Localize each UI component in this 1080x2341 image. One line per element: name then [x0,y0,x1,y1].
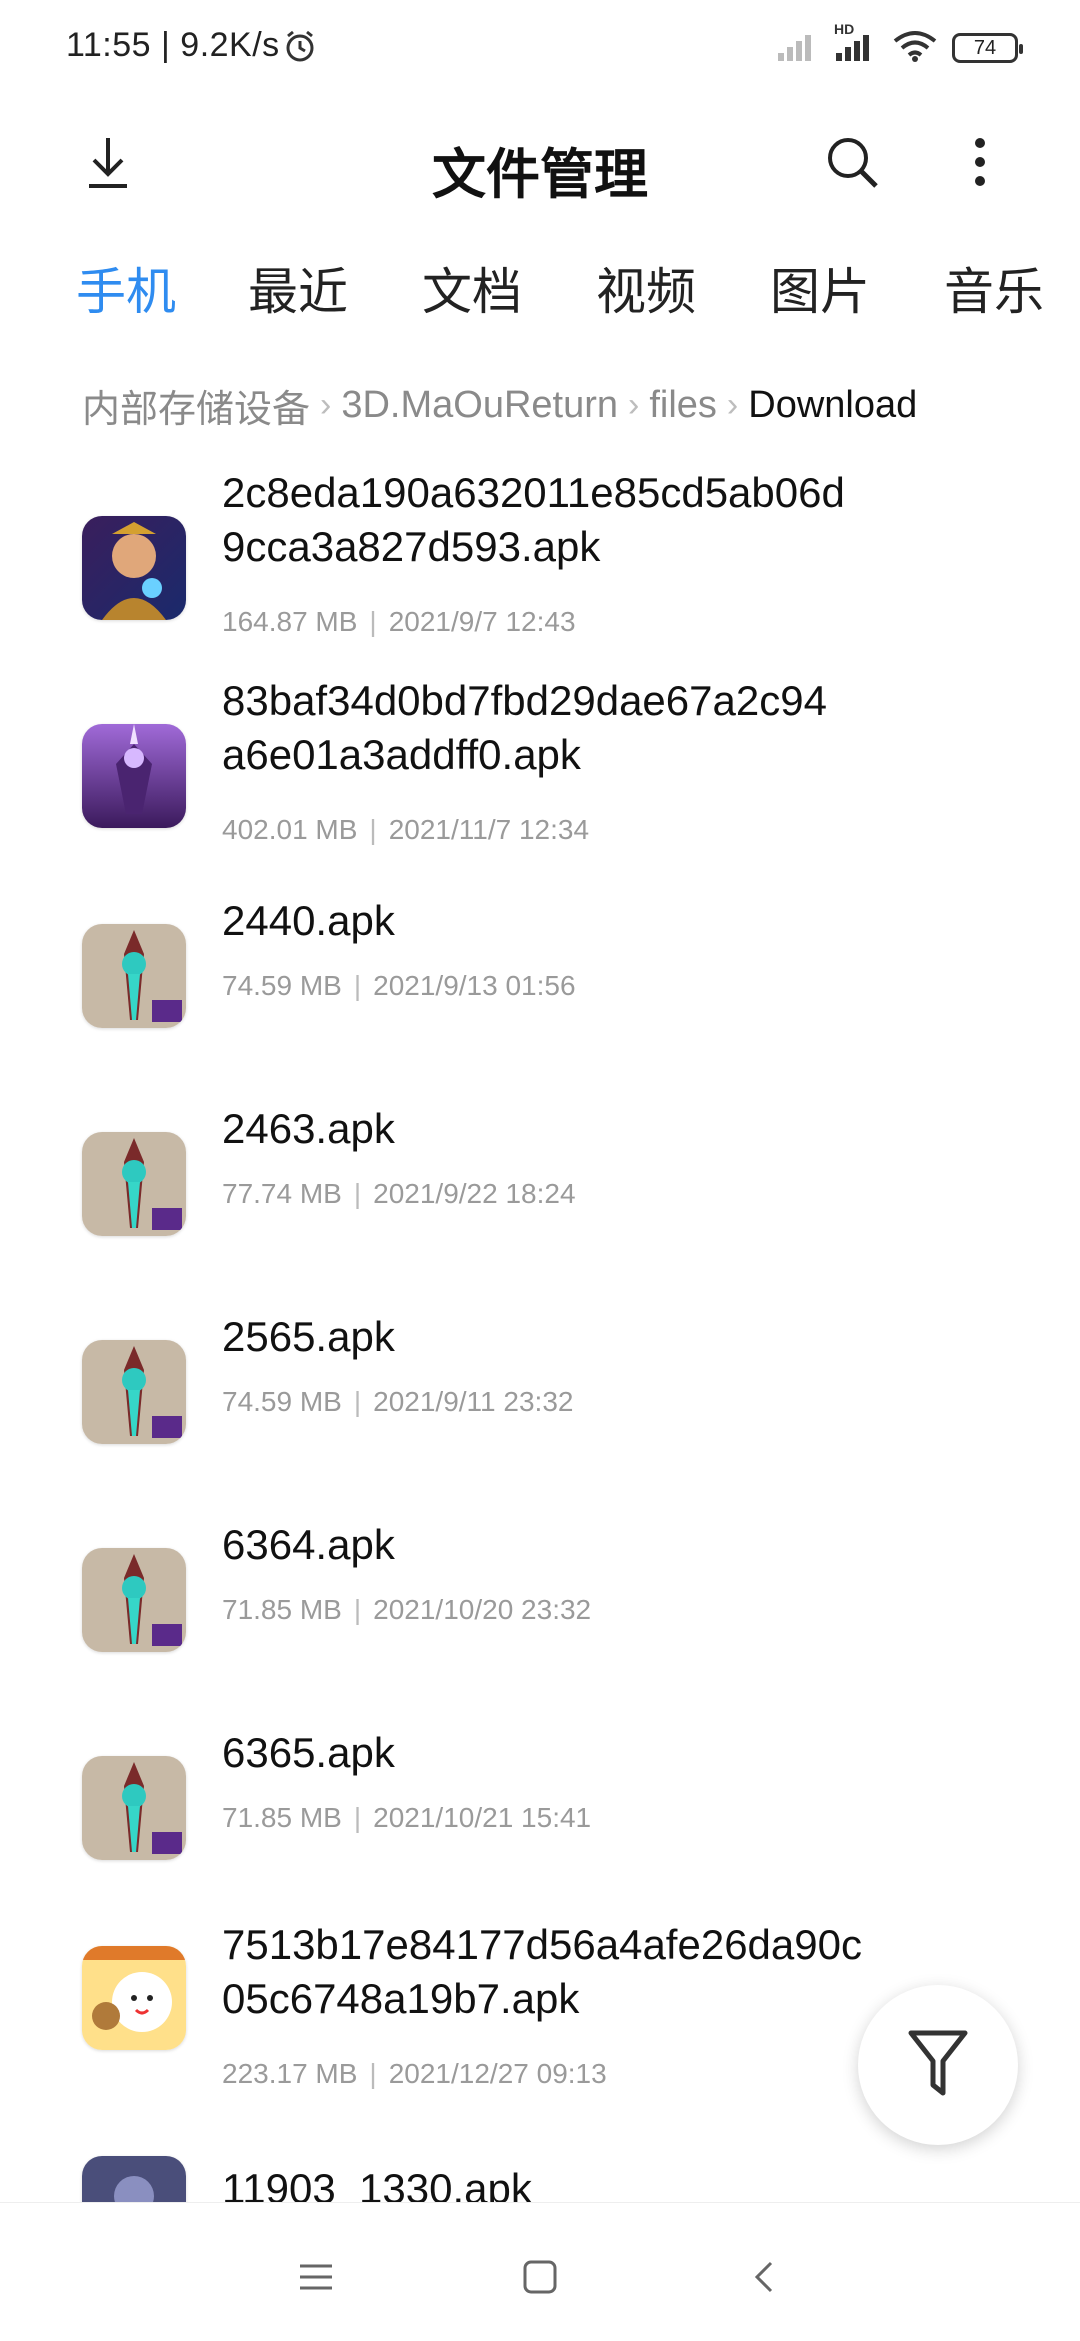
signal-hd-icon: HD [834,21,878,68]
list-item[interactable]: 83baf34d0bd7fbd29dae67a2c94 a6e01a3addff… [0,676,1080,884]
app-icon-sword [82,1132,186,1236]
status-bar: 11:55 | 9.2K/s HD 74 [0,0,1080,100]
list-item[interactable]: 2440.apk 74.59 MB | 2021/9/13 01:56 [0,884,1080,1092]
file-meta: 223.17 MB | 2021/12/27 09:13 [222,2058,607,2090]
page-title: 文件管理 [432,145,648,205]
file-size: 71.85 MB [222,1802,342,1833]
file-name: 83baf34d0bd7fbd29dae67a2c94 a6e01a3addff… [222,674,827,782]
file-date: 2021/9/22 18:24 [373,1178,576,1209]
separator: | [353,970,362,1001]
title-bar: 文件管理 [0,110,1080,220]
app-icon-sword [82,924,186,1028]
file-meta: 74.59 MB | 2021/9/11 23:32 [222,1386,573,1418]
tab-phone[interactable]: 手机 [76,252,176,324]
file-list: 2c8eda190a632011e85cd5ab06d 9cca3a827d59… [0,468,1080,2202]
category-tabs: 手机 最近 文档 视频 图片 音乐 [0,238,1080,338]
file-name: 2440.apk [222,897,395,944]
file-date: 2021/12/27 09:13 [388,2058,607,2089]
file-meta: 71.85 MB | 2021/10/21 15:41 [222,1802,591,1834]
app-icon-sword [82,1548,186,1652]
file-size: 71.85 MB [222,1594,342,1625]
menu-icon[interactable] [286,2247,346,2307]
file-size: 74.59 MB [222,1386,342,1417]
file-meta: 71.85 MB | 2021/10/20 23:32 [222,1594,591,1626]
chevron-right-icon: › [726,385,739,424]
app-icon-sword [82,1340,186,1444]
tab-videos[interactable]: 视频 [596,252,696,324]
separator: | [369,814,377,845]
file-name-line: 2c8eda190a632011e85cd5ab06d [222,469,845,516]
file-date: 2021/9/13 01:56 [373,970,576,1001]
file-name: 6365.apk [222,1729,395,1776]
file-name: 2463.apk [222,1105,395,1152]
separator: | [353,1386,362,1417]
search-icon[interactable] [812,122,892,202]
chevron-right-icon: › [628,385,640,424]
home-icon[interactable] [510,2247,570,2307]
file-date: 2021/11/7 12:34 [388,814,590,845]
separator: | [369,2058,377,2089]
chevron-right-icon: › [320,385,332,424]
list-item[interactable]: 2463.apk 77.74 MB | 2021/9/22 18:24 [0,1092,1080,1300]
file-name: 2c8eda190a632011e85cd5ab06d 9cca3a827d59… [222,468,845,574]
back-icon[interactable] [734,2247,794,2307]
breadcrumb-item[interactable]: 内部存储设备 [82,378,310,433]
file-name: 6364.apk [222,1521,395,1568]
navigation-bar [0,2202,1080,2341]
app-icon-purple [82,724,186,828]
file-date: 2021/10/21 15:41 [373,1802,592,1833]
status-time: 11:55 | 9.2K/s [66,26,280,64]
separator: | [369,606,377,637]
app-icon-cartoon [82,1946,186,2050]
file-name: 7513b17e84177d56a4afe26da90c 05c6748a19b… [222,1918,862,2026]
file-size: 164.87 MB [222,606,358,637]
file-name: 2565.apk [222,1313,395,1360]
tab-images[interactable]: 图片 [770,252,870,324]
battery-level: 74 [973,36,997,59]
file-size: 74.59 MB [222,970,342,1001]
breadcrumb-item[interactable]: files [649,384,717,427]
breadcrumb: 内部存储设备 › 3D.MaOuReturn › files › Downloa… [82,375,1002,435]
app-icon-dark [82,2156,186,2202]
filter-icon [907,2027,969,2104]
filter-button[interactable] [858,1985,1018,2145]
app-icon-sword [82,1756,186,1860]
file-meta: 164.87 MB | 2021/9/7 12:43 [222,606,576,638]
battery-icon: 74 [952,33,1023,63]
more-icon[interactable] [940,122,1020,202]
separator: | [353,1594,362,1625]
list-item[interactable]: 6364.apk 71.85 MB | 2021/10/20 23:32 [0,1508,1080,1716]
list-item[interactable]: 2565.apk 74.59 MB | 2021/9/11 23:32 [0,1300,1080,1508]
file-name-line: 7513b17e84177d56a4afe26da90c [222,1921,862,1968]
signal-weak-icon [776,29,820,68]
alarm-icon [282,28,318,64]
file-meta: 77.74 MB | 2021/9/22 18:24 [222,1178,576,1210]
file-size: 223.17 MB [222,2058,358,2089]
list-item[interactable]: 6365.apk 71.85 MB | 2021/10/21 15:41 [0,1716,1080,1924]
separator: | [353,1178,362,1209]
file-name-line: a6e01a3addff0.apk [222,731,581,778]
file-name-line: 83baf34d0bd7fbd29dae67a2c94 [222,677,827,724]
tab-documents[interactable]: 文档 [422,252,522,324]
file-meta: 74.59 MB | 2021/9/13 01:56 [222,970,576,1002]
file-name: 11903_1330.apk [222,2165,532,2202]
file-date: 2021/9/7 12:43 [388,606,576,637]
file-size: 402.01 MB [222,814,358,845]
file-name-line: 9cca3a827d593.apk [222,523,601,570]
file-meta: 402.01 MB | 2021/11/7 12:34 [222,814,589,846]
file-size: 77.74 MB [222,1178,342,1209]
tab-music[interactable]: 音乐 [944,252,1044,324]
network-label: HD [834,20,855,37]
breadcrumb-current: Download [748,383,918,426]
file-date: 2021/9/11 23:32 [373,1386,574,1417]
file-date: 2021/10/20 23:32 [373,1594,592,1625]
wifi-icon [892,29,938,68]
breadcrumb-item[interactable]: 3D.MaOuReturn [341,384,618,427]
app-icon-hero [82,516,186,620]
list-item[interactable]: 2c8eda190a632011e85cd5ab06d 9cca3a827d59… [0,468,1080,676]
tab-recent[interactable]: 最近 [248,252,348,324]
file-name-line: 05c6748a19b7.apk [222,1975,580,2022]
separator: | [353,1802,362,1833]
